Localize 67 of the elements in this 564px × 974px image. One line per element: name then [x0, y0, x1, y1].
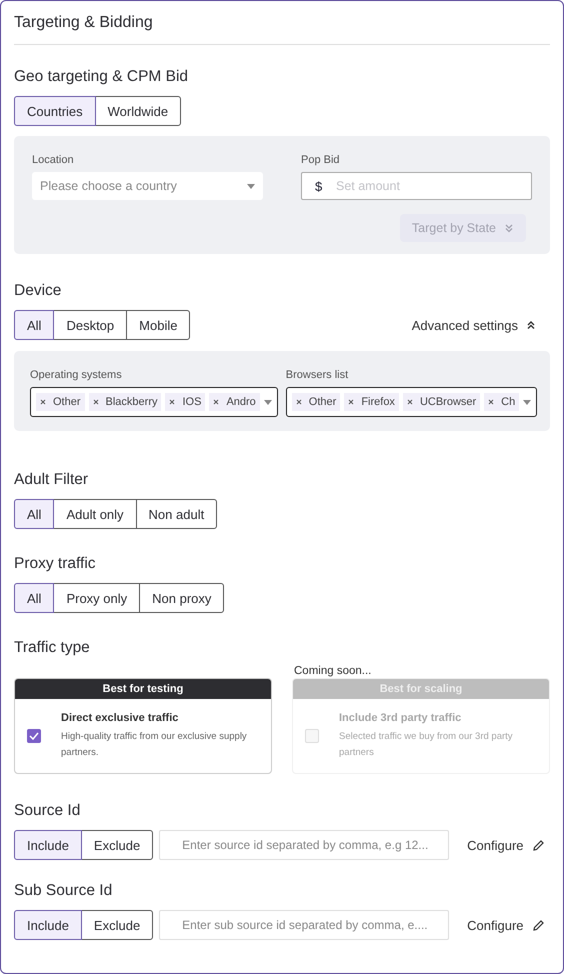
section-heading: Proxy traffic [14, 555, 96, 573]
remove-icon[interactable] [348, 399, 354, 405]
tag-label: Blackberry [106, 396, 158, 408]
tag-label: UCBrowser [420, 396, 476, 408]
field-label: Browsers list [286, 369, 348, 381]
pencil-icon [532, 838, 545, 852]
segment-button[interactable]: Non adult [136, 499, 218, 529]
remove-icon[interactable] [169, 399, 176, 405]
section-heading: Geo targeting & CPM Bid [14, 68, 188, 86]
tag-label: Ch [501, 396, 516, 408]
segment-button[interactable]: Non proxy [139, 583, 224, 613]
traffic-card[interactable]: Best for testing Direct exclusive traffic High-quality traffic from our exclusive supply partners. [14, 678, 272, 774]
card-banner: Best for testing [15, 679, 271, 699]
card-title: Include 3rd party traffic [339, 712, 462, 724]
section-heading: Device [14, 282, 62, 300]
section-heading: Adult Filter [14, 471, 88, 489]
coming-soon-note: Coming soon... [294, 665, 372, 677]
tag-label: Firefox [361, 396, 395, 408]
segment-button[interactable]: All [14, 499, 54, 529]
segment-button[interactable]: Proxy only [53, 583, 140, 613]
configure-button[interactable]: Configure [467, 918, 545, 932]
field-label: Pop Bid [301, 154, 340, 166]
segment-button[interactable]: Countries [14, 96, 96, 126]
section-heading: Sub Source Id [14, 882, 112, 900]
segment-button[interactable]: Exclude [80, 830, 154, 860]
tag-label: Andro [226, 396, 256, 408]
section-heading: Source Id [14, 802, 80, 820]
field-label: Operating systems [30, 369, 122, 381]
tag-label: IOS [182, 396, 202, 408]
segment-button[interactable]: All [14, 310, 54, 340]
segment-button[interactable]: Worldwide [94, 96, 182, 126]
segment-button[interactable]: Include [14, 830, 82, 860]
segment-button[interactable]: Adult only [53, 499, 137, 529]
multi-select[interactable]: Other Firefox UCBrowser Ch [286, 387, 538, 417]
section-heading: Traffic type [14, 639, 90, 657]
source-id-field[interactable]: Enter sub source id separated by comma, e.... [159, 910, 450, 940]
checkbox[interactable] [27, 729, 41, 743]
card-title: Direct exclusive traffic [61, 712, 180, 724]
pencil-icon [532, 918, 545, 932]
caret-icon [264, 400, 272, 404]
segment-button[interactable]: Exclude [80, 910, 154, 940]
segment-button[interactable]: Desktop [53, 310, 128, 340]
tag-label: Other [308, 396, 336, 408]
tag-label: Other [53, 396, 81, 408]
card-description: High-quality traffic from our exclusive supply partners. [61, 730, 248, 760]
currency-symbol: $ [315, 179, 322, 194]
country-select[interactable]: Please choose a country [32, 172, 263, 200]
segment-button[interactable]: Include [14, 910, 82, 940]
caret-icon [523, 400, 532, 404]
remove-icon[interactable] [296, 399, 302, 405]
remove-icon[interactable] [92, 399, 99, 405]
remove-icon[interactable] [406, 399, 413, 405]
source-id-field[interactable]: Enter source id separated by comma, e.g 12... [159, 830, 450, 860]
caret-icon [247, 184, 255, 188]
panel-title: Targeting & Bidding [14, 14, 153, 32]
remove-icon[interactable] [213, 399, 220, 405]
segment-button[interactable]: Mobile [126, 310, 190, 340]
double-chevron-down-icon [504, 223, 514, 233]
remove-icon[interactable] [488, 399, 494, 405]
multi-select[interactable]: Other Blackberry IOS Andro [30, 387, 278, 417]
remove-icon[interactable] [40, 399, 46, 405]
configure-button[interactable]: Configure [467, 838, 545, 852]
double-chevron-icon [526, 320, 536, 330]
segment-button[interactable]: All [14, 583, 54, 613]
advanced-settings-toggle[interactable]: Advanced settings [412, 318, 536, 332]
field-label: Location [32, 154, 74, 166]
card-description: Selected traffic we buy from our 3rd party partners [339, 730, 514, 760]
